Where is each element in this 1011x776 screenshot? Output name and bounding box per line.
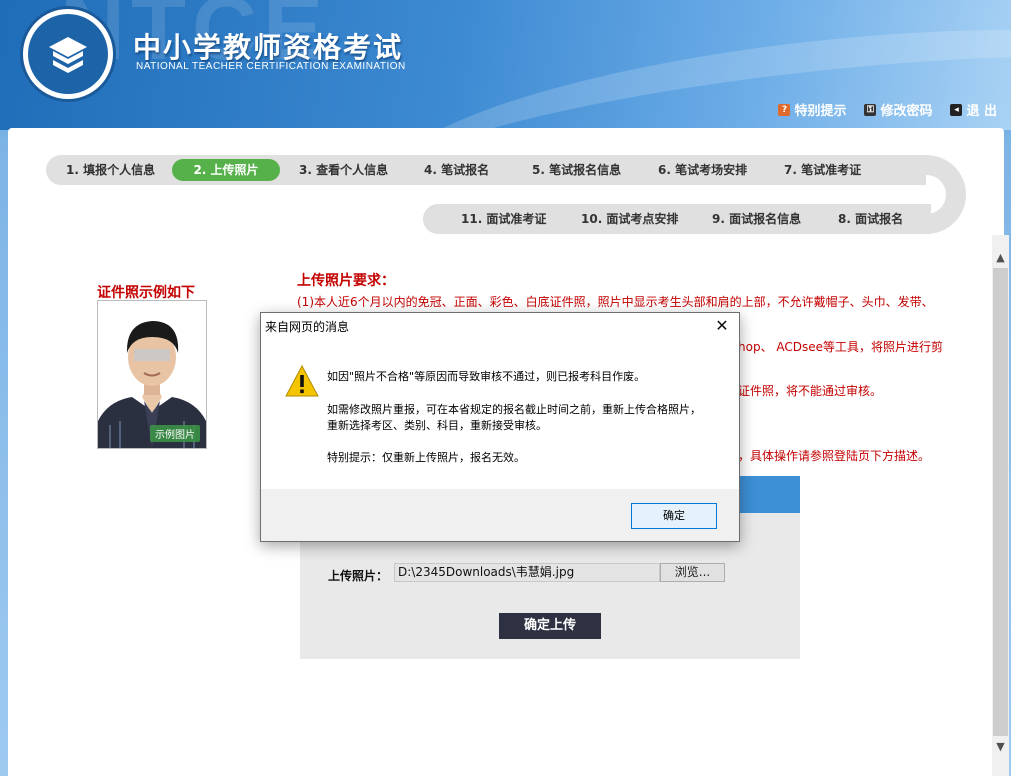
logo-book-icon (28, 14, 108, 94)
help-icon: ? (778, 103, 791, 116)
dialog-message-line: 重新选择考区、类别、科目，重新接受审核。 (327, 419, 547, 432)
photo-requirements-title: 上传照片要求： (297, 273, 395, 289)
file-path-input[interactable]: D:\2345Downloads\韦慧娟.jpg (394, 563, 660, 582)
upload-photo-label: 上传照片： (328, 569, 389, 583)
example-photo-title: 证件照示例如下 (97, 285, 195, 301)
scroll-up-icon[interactable]: ▲ (992, 249, 1009, 266)
step-view-info[interactable]: 3. 查看个人信息 (289, 159, 398, 181)
dialog-title: 来自网页的消息 (265, 320, 350, 334)
step-interview-site[interactable]: 10. 面试考点安排 (571, 208, 688, 230)
site-subtitle: NATIONAL TEACHER CERTIFICATION EXAMINATI… (136, 61, 406, 72)
site-title: 中小学教师资格考试 (133, 31, 404, 64)
browse-button[interactable]: 浏览... (660, 563, 725, 582)
dialog-ok-button[interactable]: 确定 (631, 503, 717, 529)
page-scrollbar[interactable]: ▲ ▼ (992, 235, 1009, 776)
change-password-label: 修改密码 (880, 104, 933, 119)
site-logo (20, 6, 116, 102)
step-upload-photo[interactable]: 2. 上传照片 (172, 159, 280, 181)
scroll-down-icon[interactable]: ▼ (992, 738, 1009, 755)
special-notice-link[interactable]: ? 特别提示 (778, 100, 846, 119)
logout-label: 退 出 (966, 104, 997, 119)
step-interview-signup[interactable]: 8. 面试报名 (828, 208, 913, 230)
dialog-close-button[interactable]: ✕ (709, 314, 735, 338)
dialog-message-line: 特别提示：仅重新上传照片，报名无效。 (327, 451, 525, 464)
site-header: NTCE 中小学教师资格考试 NATIONAL TEACHER CERTIFIC… (0, 0, 1011, 130)
change-password-link[interactable]: ⚿ 修改密码 (864, 100, 932, 119)
dialog-message-line: 如需修改照片重报，可在本省规定的报名截止时间之前，重新上传合格照片， (327, 403, 701, 416)
step-written-signup[interactable]: 4. 笔试报名 (414, 159, 499, 181)
top-links: ? 特别提示 ⚿ 修改密码 ◂ 退 出 (778, 100, 997, 119)
step-written-ticket[interactable]: 7. 笔试准考证 (774, 159, 871, 181)
step-fill-info[interactable]: 1. 填报个人信息 (56, 159, 165, 181)
requirement-line: (1)本人近6个月以内的免冠、正面、彩色、白底证件照，照片中显示考生头部和肩的上… (297, 295, 934, 309)
step-written-room[interactable]: 6. 笔试考场安排 (648, 159, 757, 181)
step-navigation: 1. 填报个人信息 2. 上传照片 3. 查看个人信息 4. 笔试报名 5. 笔… (46, 155, 966, 237)
step-interview-signup-info[interactable]: 9. 面试报名信息 (702, 208, 811, 230)
exit-icon: ◂ (950, 103, 963, 116)
requirement-line: hop、 ACDsee等工具，将照片进行剪 (738, 340, 944, 354)
step-written-signup-info[interactable]: 5. 笔试报名信息 (522, 159, 631, 181)
example-photo: 示例图片 (97, 300, 207, 449)
message-dialog: 来自网页的消息 ✕ 如因"照片不合格"等原因而导致审核不通过，则已报考科目作废。… (260, 312, 740, 542)
logout-link[interactable]: ◂ 退 出 (950, 100, 997, 119)
scrollbar-thumb[interactable] (993, 268, 1008, 736)
confirm-upload-button[interactable]: 确定上传 (499, 613, 601, 639)
dialog-footer: 确定 (261, 489, 739, 541)
dialog-titlebar: 来自网页的消息 ✕ (261, 313, 739, 339)
key-icon: ⚿ (864, 103, 877, 116)
dialog-message-line: 如因"照片不合格"等原因而导致审核不通过，则已报考科目作废。 (327, 370, 646, 383)
requirement-line: 证件照，将不能通过审核。 (738, 384, 883, 398)
dialog-body: 如因"照片不合格"等原因而导致审核不通过，则已报考科目作废。 如需修改照片重报，… (261, 339, 739, 489)
requirement-line: ，具体操作请参照登陆页下方描述。 (738, 449, 931, 463)
warning-icon (285, 365, 319, 397)
special-notice-label: 特别提示 (794, 104, 847, 119)
step-interview-ticket[interactable]: 11. 面试准考证 (451, 208, 556, 230)
sample-image-badge: 示例图片 (150, 425, 200, 442)
